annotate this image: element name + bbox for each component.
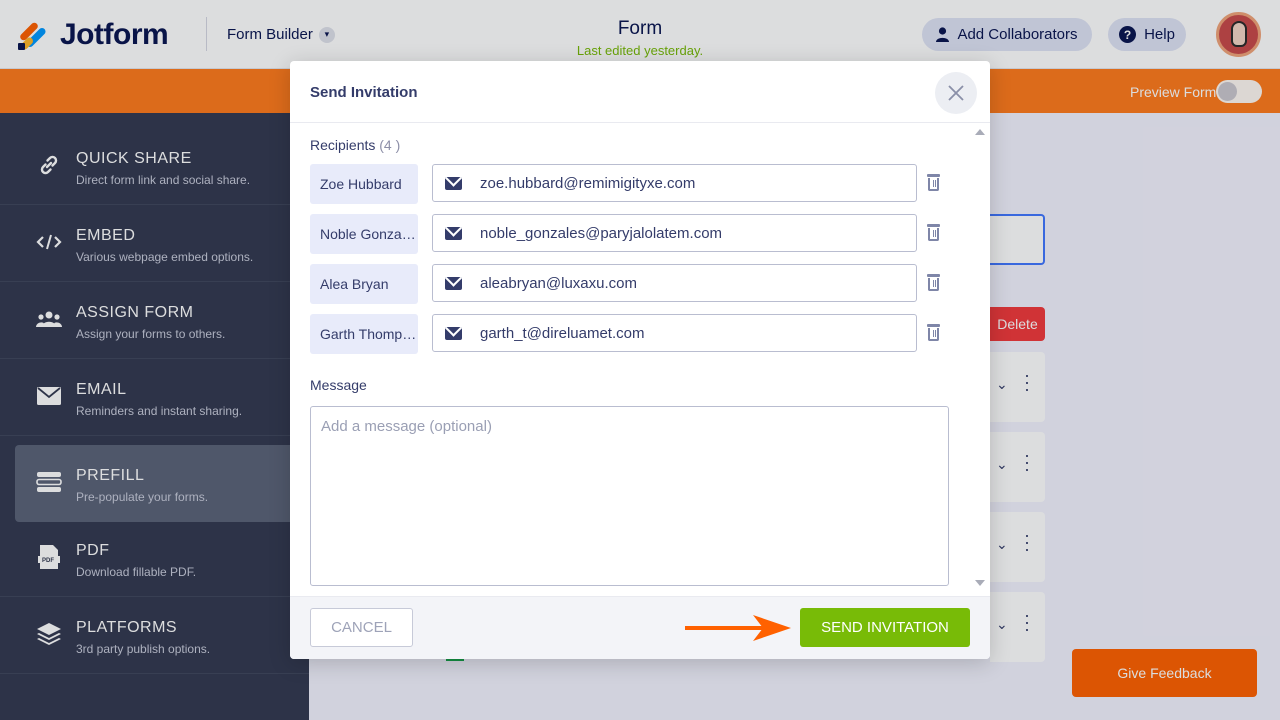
recipients-label: Recipients (4 ) bbox=[310, 137, 400, 153]
recipient-name: Noble Gonzales bbox=[310, 214, 418, 254]
recipient-name: Zoe Hubbard bbox=[310, 164, 418, 204]
recipient-email: aleabryan@luxaxu.com bbox=[480, 275, 637, 292]
recipients-count: (4 ) bbox=[379, 137, 401, 153]
cancel-button[interactable]: CANCEL bbox=[310, 608, 413, 647]
modal-title: Send Invitation bbox=[310, 84, 418, 101]
envelope-icon bbox=[445, 277, 462, 290]
delete-recipient-icon[interactable] bbox=[927, 174, 940, 191]
arrow-right-icon bbox=[685, 615, 791, 641]
modal-footer: CANCEL SEND INVITATION bbox=[290, 596, 990, 659]
recipient-email-field[interactable]: noble_gonzales@paryjalolatem.com bbox=[432, 214, 917, 252]
message-textarea[interactable] bbox=[310, 406, 949, 586]
recipient-email: noble_gonzales@paryjalolatem.com bbox=[480, 225, 723, 242]
envelope-icon bbox=[445, 327, 462, 340]
recipient-email-field[interactable]: garth_t@direluamet.com bbox=[432, 314, 917, 352]
modal-header: Send Invitation bbox=[290, 61, 990, 123]
recipient-email: zoe.hubbard@remimigityxe.com bbox=[480, 175, 696, 192]
send-invitation-modal: Send Invitation Recipients (4 ) Zoe Hubb… bbox=[290, 61, 990, 659]
delete-recipient-icon[interactable] bbox=[927, 324, 940, 341]
recipient-name: Alea Bryan bbox=[310, 264, 418, 304]
recipient-email-field[interactable]: zoe.hubbard@remimigityxe.com bbox=[432, 164, 917, 202]
envelope-icon bbox=[445, 227, 462, 240]
close-button[interactable] bbox=[935, 72, 977, 114]
envelope-icon bbox=[445, 177, 462, 190]
scroll-down-icon[interactable] bbox=[975, 580, 985, 586]
recipient-email: garth_t@direluamet.com bbox=[480, 325, 645, 342]
delete-recipient-icon[interactable] bbox=[927, 274, 940, 291]
recipient-name: Garth Thompson bbox=[310, 314, 418, 354]
modal-scrollbar[interactable] bbox=[972, 123, 988, 596]
delete-recipient-icon[interactable] bbox=[927, 224, 940, 241]
recipients-label-text: Recipients bbox=[310, 137, 376, 153]
close-icon bbox=[948, 85, 964, 101]
send-invitation-button[interactable]: SEND INVITATION bbox=[800, 608, 970, 647]
message-label: Message bbox=[310, 377, 367, 393]
recipient-email-field[interactable]: aleabryan@luxaxu.com bbox=[432, 264, 917, 302]
scroll-up-icon[interactable] bbox=[975, 129, 985, 135]
